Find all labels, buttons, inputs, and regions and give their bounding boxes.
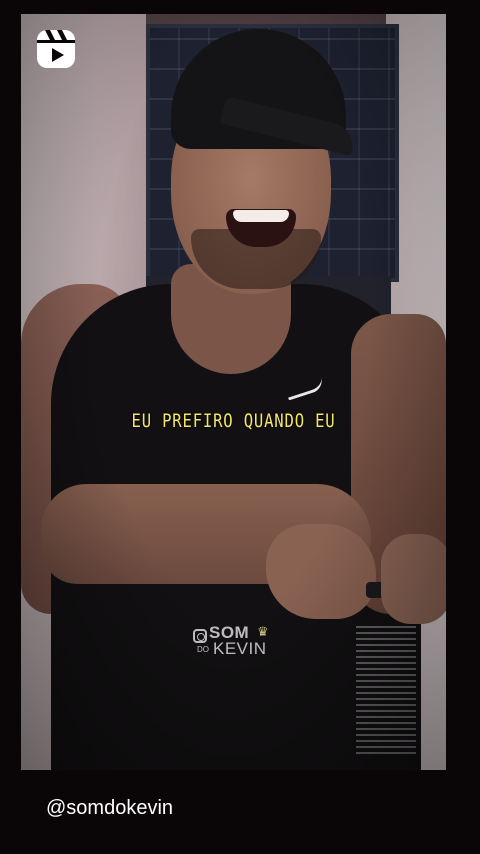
lyric-caption: EU PREFIRO QUANDO EU	[131, 410, 336, 432]
reels-icon[interactable]	[36, 29, 76, 69]
username-link[interactable]: @somdokevin	[46, 797, 173, 820]
watermark-line2: KEVIN	[213, 639, 267, 658]
channel-watermark: SOM DO KEVIN ♛	[193, 623, 293, 659]
instagram-icon	[193, 629, 207, 643]
crown-icon: ♛	[257, 625, 269, 640]
watermark-line2-small: DO	[197, 645, 209, 654]
reel-frame: EU PREFIRO QUANDO EU SOM DO KEVIN ♛ @som…	[0, 0, 480, 854]
